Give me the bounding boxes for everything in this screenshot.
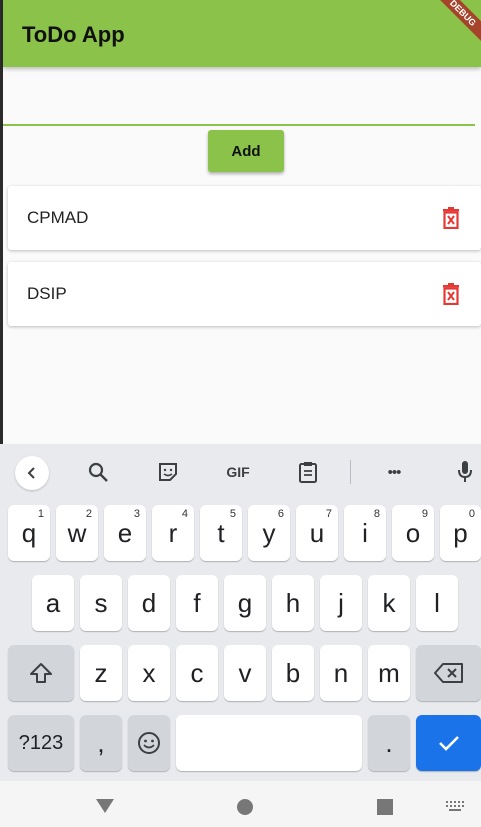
key-z[interactable]: z [80, 645, 122, 701]
space-key[interactable] [176, 715, 362, 771]
toolbar-divider [350, 460, 351, 484]
key-o[interactable]: o9 [392, 505, 434, 561]
key-w[interactable]: w2 [56, 505, 98, 561]
key-a[interactable]: a [32, 575, 74, 631]
todo-label: CPMAD [27, 208, 89, 227]
key-j[interactable]: j [320, 575, 362, 631]
key-f[interactable]: f [176, 575, 218, 631]
gif-icon[interactable]: GIF [221, 458, 255, 486]
key-c[interactable]: c [176, 645, 218, 701]
symbols-key[interactable]: ?123 [8, 715, 74, 771]
comma-key[interactable]: , [80, 715, 122, 771]
key-s[interactable]: s [80, 575, 122, 631]
key-h[interactable]: h [272, 575, 314, 631]
key-e[interactable]: e3 [104, 505, 146, 561]
delete-icon[interactable] [442, 283, 460, 305]
back-icon[interactable] [15, 456, 49, 490]
key-b[interactable]: b [272, 645, 314, 701]
clipboard-icon[interactable] [294, 458, 322, 486]
back-nav-icon[interactable] [95, 798, 115, 814]
key-y[interactable]: y6 [248, 505, 290, 561]
backspace-key[interactable] [416, 645, 481, 701]
emoji-key[interactable] [128, 715, 170, 771]
key-n[interactable]: n [320, 645, 362, 701]
todo-item[interactable]: CPMAD [8, 186, 481, 250]
todo-item[interactable]: DSIP [8, 262, 481, 326]
enter-key[interactable] [416, 715, 481, 771]
more-icon[interactable]: ••• [380, 458, 408, 486]
key-i[interactable]: i8 [344, 505, 386, 561]
home-nav-icon[interactable] [236, 798, 254, 816]
key-u[interactable]: u7 [296, 505, 338, 561]
app-bar: ToDo App DEBUG [3, 0, 481, 67]
key-r[interactable]: r4 [152, 505, 194, 561]
emoji-icon [138, 732, 160, 754]
mic-icon[interactable] [451, 458, 479, 486]
search-icon[interactable] [84, 458, 112, 486]
shift-icon [30, 663, 52, 683]
key-t[interactable]: t5 [200, 505, 242, 561]
key-x[interactable]: x [128, 645, 170, 701]
check-icon [438, 736, 459, 751]
key-g[interactable]: g [224, 575, 266, 631]
period-key[interactable]: . [368, 715, 410, 771]
debug-banner: DEBUG [429, 0, 481, 47]
shift-key[interactable] [8, 645, 74, 701]
system-nav-bar [0, 781, 481, 827]
key-q[interactable]: q1 [8, 505, 50, 561]
backspace-icon [433, 663, 463, 683]
todo-input[interactable] [3, 70, 475, 126]
sticker-icon[interactable] [154, 458, 182, 486]
key-v[interactable]: v [224, 645, 266, 701]
todo-label: DSIP [27, 284, 67, 303]
key-d[interactable]: d [128, 575, 170, 631]
keyboard-switch-icon[interactable] [446, 801, 466, 813]
app-title: ToDo App [22, 22, 125, 47]
key-p[interactable]: p0 [440, 505, 481, 561]
delete-icon[interactable] [442, 207, 460, 229]
keyboard-toolbar: GIF ••• [0, 444, 481, 500]
key-k[interactable]: k [368, 575, 410, 631]
add-button[interactable]: Add [208, 130, 284, 172]
on-screen-keyboard: GIF ••• q1 w2 e3 r4 t5 y6 u7 i8 o9 p0 a … [0, 444, 481, 781]
recents-nav-icon[interactable] [376, 798, 394, 816]
key-m[interactable]: m [368, 645, 410, 701]
key-l[interactable]: l [416, 575, 458, 631]
